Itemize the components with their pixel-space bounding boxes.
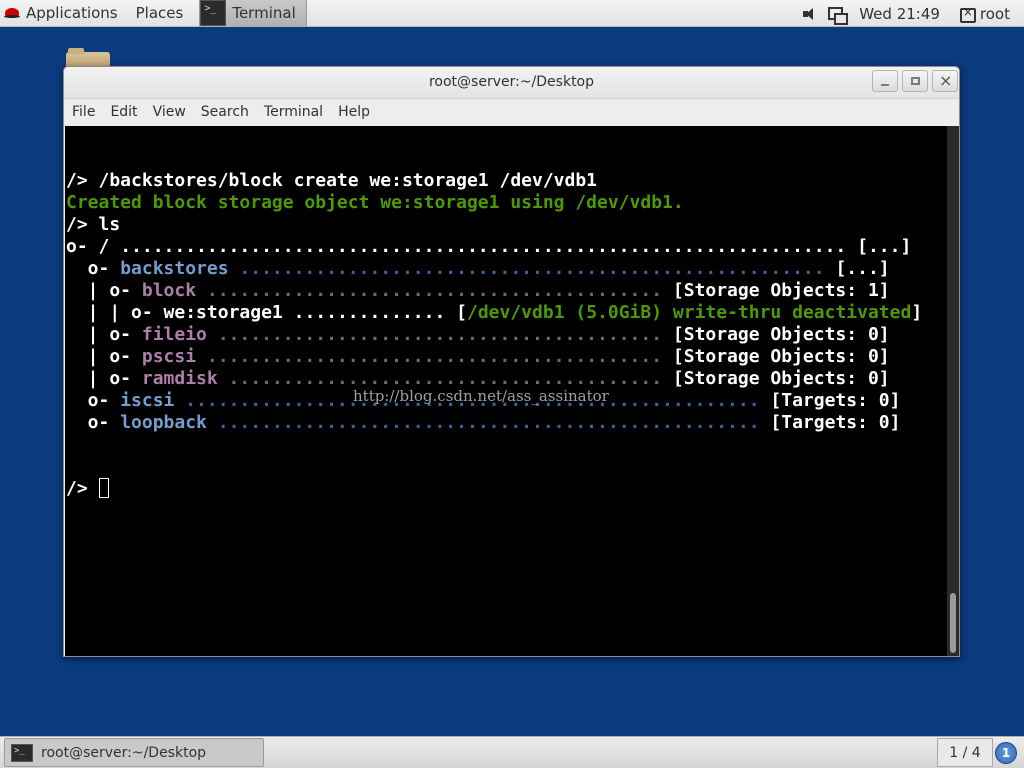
terminal-scrollbar[interactable] xyxy=(947,126,959,656)
terminal-line: | | o- we:storage1 .............. [/dev/… xyxy=(66,302,947,324)
terminal-app-label: Terminal xyxy=(232,4,296,22)
terminal-line: | o- pscsi .............................… xyxy=(66,346,947,368)
terminal-app-indicator[interactable]: Terminal xyxy=(199,0,307,27)
network-icon[interactable] xyxy=(827,6,849,25)
terminal-text-segment: ........................................… xyxy=(206,412,771,433)
menu-view[interactable]: View xyxy=(147,104,192,120)
watermark-text: http://blog.csdn.net/ass_assinator xyxy=(353,387,609,405)
applications-menu[interactable]: Applications xyxy=(0,0,126,27)
applications-label: Applications xyxy=(26,4,118,22)
terminal-text-segment: ] xyxy=(911,302,923,323)
terminal-prompt-line: /> xyxy=(66,478,947,500)
menu-file[interactable]: File xyxy=(66,104,101,120)
maximize-button[interactable] xyxy=(902,70,928,92)
notification-icon[interactable]: 1 xyxy=(995,742,1017,764)
terminal-cursor xyxy=(98,478,109,498)
minimize-icon xyxy=(881,84,889,86)
terminal-text-segment: [Storage Objects: 0] xyxy=(672,368,890,389)
terminal-text-segment: /dev/vdb1 (5.0GiB) write-thru deactivate… xyxy=(467,302,912,323)
terminal-output[interactable]: /> /backstores/block create we:storage1 … xyxy=(65,126,947,656)
terminal-icon xyxy=(11,743,33,762)
terminal-text-segment: | o- xyxy=(66,324,142,345)
terminal-line: /> /backstores/block create we:storage1 … xyxy=(66,170,947,192)
volume-icon[interactable] xyxy=(801,6,819,22)
terminal-line: Created block storage object we:storage1… xyxy=(66,192,947,214)
terminal-text-segment: o- xyxy=(66,390,121,411)
terminal-text-segment: [Targets: 0] xyxy=(770,412,901,433)
terminal-line: o- loopback ............................… xyxy=(66,412,947,434)
terminal-text-segment: o- xyxy=(66,412,121,433)
top-panel: Applications Places Terminal Wed 21:49 r… xyxy=(0,0,1024,27)
terminal-text-segment: [ xyxy=(456,302,467,323)
terminal-line: o- backstores ..........................… xyxy=(66,258,947,280)
terminal-window: root@server:~/Desktop × File Edit View S… xyxy=(63,66,960,657)
terminal-line: | o- fileio ............................… xyxy=(66,324,947,346)
menu-terminal[interactable]: Terminal xyxy=(258,104,329,120)
close-button[interactable]: × xyxy=(932,70,958,92)
terminal-text-segment: /> ls xyxy=(66,214,121,235)
terminal-text-segment: ........................................… xyxy=(120,236,858,257)
terminal-text-segment: fileio xyxy=(141,324,207,345)
terminal-text-segment: [...] xyxy=(857,236,912,257)
close-icon: × xyxy=(939,71,953,90)
window-title: root@server:~/Desktop xyxy=(428,74,595,90)
places-menu[interactable]: Places xyxy=(128,0,192,27)
terminal-text-segment: backstores xyxy=(120,258,229,279)
taskbar-window-label: root@server:~/Desktop xyxy=(41,744,207,761)
user-icon[interactable] xyxy=(958,5,976,23)
terminal-text-segment: pscsi xyxy=(141,346,197,367)
menu-help[interactable]: Help xyxy=(332,104,376,120)
terminal-text-segment: | o- xyxy=(66,368,142,389)
terminal-text-segment: loopback xyxy=(120,412,207,433)
terminal-text-segment: | | o- xyxy=(66,302,164,323)
clock[interactable]: Wed 21:49 xyxy=(849,5,954,23)
terminal-text-segment: o- xyxy=(66,258,121,279)
redhat-logo-icon xyxy=(4,5,20,21)
terminal-text-segment: [...] xyxy=(835,258,890,279)
terminal-text-segment: [Storage Objects: 1] xyxy=(672,280,890,301)
maximize-icon xyxy=(911,77,920,85)
taskbar-window-button[interactable]: root@server:~/Desktop xyxy=(4,738,264,767)
terminal-line: | o- block .............................… xyxy=(66,280,947,302)
terminal-text-segment: ramdisk xyxy=(141,368,218,389)
workspace-switcher[interactable]: 1 / 4 xyxy=(937,738,993,767)
terminal-text-segment: ........................................… xyxy=(228,258,836,279)
terminal-text-segment: [Storage Objects: 0] xyxy=(672,324,890,345)
terminal-text-segment: ........................................… xyxy=(196,280,673,301)
terminal-icon xyxy=(200,0,227,26)
menu-bar: File Edit View Search Terminal Help xyxy=(64,99,959,125)
window-titlebar[interactable]: root@server:~/Desktop × xyxy=(64,67,959,99)
terminal-text-segment: | o- xyxy=(66,280,142,301)
terminal-line: o- / ...................................… xyxy=(66,236,947,258)
terminal-text-segment: | o- xyxy=(66,346,142,367)
terminal-line: /> ls xyxy=(66,214,947,236)
user-menu[interactable]: root xyxy=(980,5,1024,23)
terminal-text-segment: block xyxy=(141,280,197,301)
terminal-text-segment: ........................................… xyxy=(196,346,673,367)
terminal-text-segment: .............. xyxy=(282,302,457,323)
terminal-text-segment: Created block storage object we:storage1… xyxy=(66,192,684,213)
bottom-panel: root@server:~/Desktop 1 / 4 1 xyxy=(0,736,1024,768)
terminal-text-segment: we:storage1 xyxy=(163,302,283,323)
menu-search[interactable]: Search xyxy=(195,104,255,120)
terminal-text-segment: o- / xyxy=(66,236,121,257)
terminal-text-segment: /> /backstores/block create we:storage1 … xyxy=(66,170,598,191)
terminal-prompt: /> xyxy=(66,478,99,499)
menu-edit[interactable]: Edit xyxy=(104,104,143,120)
terminal-text-segment: ........................................… xyxy=(206,324,673,345)
minimize-button[interactable] xyxy=(872,70,898,92)
terminal-text-segment: iscsi xyxy=(120,390,175,411)
system-tray: Wed 21:49 root xyxy=(797,0,1024,27)
terminal-text-segment: [Targets: 0] xyxy=(770,390,901,411)
terminal-text-segment: [Storage Objects: 0] xyxy=(672,346,890,367)
scrollbar-thumb[interactable] xyxy=(950,593,956,653)
